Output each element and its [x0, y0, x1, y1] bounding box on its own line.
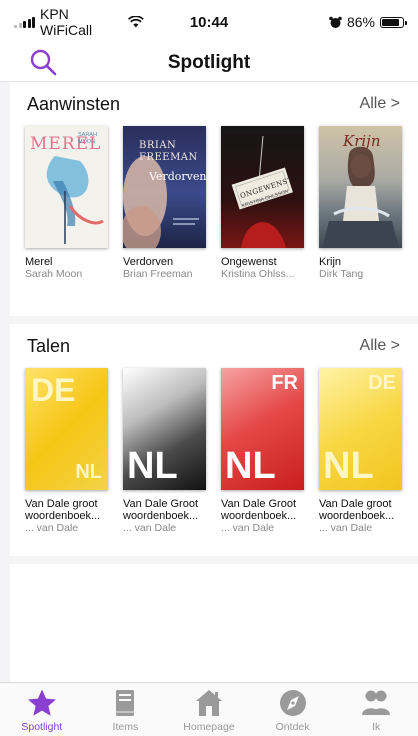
- section-title: Talen: [27, 335, 71, 356]
- battery-icon: [380, 16, 407, 28]
- book-item[interactable]: DE NL Van Dale groot woordenboek... ... …: [25, 368, 108, 535]
- book-author: Kristina Ohlss...: [221, 268, 295, 280]
- book-cover: NL: [123, 368, 206, 490]
- book-title: Van Dale Groot woordenboek...: [123, 498, 199, 522]
- book-title: Merel: [25, 256, 53, 268]
- book-title: Verdorven: [123, 256, 174, 268]
- book-author: ... van Dale: [25, 522, 79, 534]
- tab-label: Items: [112, 721, 139, 733]
- people-icon: [362, 690, 391, 715]
- book-cover: FR NL: [221, 368, 304, 490]
- status-time: 10:44: [189, 13, 229, 31]
- section-aanwinsten: Aanwinsten Alle > MEREL SARAH MOON Merel…: [10, 82, 418, 316]
- cover-bottom-code: NL: [323, 445, 374, 487]
- tab-label: Ik: [372, 721, 381, 733]
- book-shelf: DE NL Van Dale groot woordenboek... ... …: [10, 368, 418, 535]
- alarm-icon: [329, 16, 342, 28]
- book-item[interactable]: BRIAN FREEMAN Verdorven Verdorven Brian …: [123, 126, 206, 281]
- tab-items[interactable]: Items: [84, 683, 168, 736]
- section-talen: Talen Alle > DE NL Van Dale groot woorde…: [10, 324, 418, 556]
- book-item[interactable]: DE NL Van Dale groot woordenboek... ... …: [319, 368, 402, 535]
- book-author: Brian Freeman: [123, 268, 193, 280]
- cover-top-code: DE: [368, 372, 396, 394]
- star-icon: [27, 689, 56, 716]
- book-cover: BRIAN FREEMAN Verdorven: [123, 126, 206, 248]
- cover-bottom-code: NL: [225, 445, 276, 487]
- cover-title: Verdorven: [149, 170, 206, 183]
- book-author: ... van Dale: [221, 522, 275, 534]
- tab-bar: Spotlight Items Homepage Ontdek Ik: [0, 682, 418, 736]
- home-icon: [195, 690, 222, 716]
- status-bar: KPN WiFiCall 10:44 86%: [0, 0, 418, 44]
- section-header: Talen Alle >: [10, 324, 418, 368]
- book-item[interactable]: NL Van Dale Groot woordenboek... ... van…: [123, 368, 206, 535]
- tab-homepage[interactable]: Homepage: [167, 683, 251, 736]
- compass-icon: [279, 690, 306, 716]
- battery-fill: [382, 18, 400, 26]
- wifi-icon: [128, 16, 144, 28]
- nav-bar: Spotlight: [0, 44, 418, 82]
- book-cover: DE NL: [319, 368, 402, 490]
- carrier-label: KPN WiFiCall: [40, 6, 93, 38]
- book-author: Sarah Moon: [25, 268, 83, 280]
- book-author: ... van Dale: [123, 522, 177, 534]
- book-title: Krijn: [319, 256, 342, 268]
- cover-author: SARAH MOON: [78, 132, 97, 145]
- book-title: Ongewenst: [221, 256, 277, 268]
- book-author: Dirk Tang: [319, 268, 364, 280]
- book-item[interactable]: ONGEWENST KRISTINA OHLSSON Ongewenst Kri…: [221, 126, 304, 281]
- status-left: KPN WiFiCall: [14, 6, 144, 38]
- battery-percent: 86%: [346, 14, 375, 30]
- book-item[interactable]: Krijn Krijn Dirk Tang: [319, 126, 402, 281]
- book-item[interactable]: MEREL SARAH MOON Merel Sarah Moon: [25, 126, 108, 281]
- search-icon[interactable]: [28, 47, 58, 77]
- page-title: Spotlight: [167, 51, 251, 73]
- tab-label: Spotlight: [21, 721, 63, 733]
- book-title: Van Dale Groot woordenboek...: [221, 498, 297, 522]
- book-cover: ONGEWENST KRISTINA OHLSSON: [221, 126, 304, 248]
- section-header: Aanwinsten Alle >: [10, 82, 418, 126]
- book-title: Van Dale groot woordenboek...: [25, 498, 101, 522]
- tab-label: Homepage: [183, 721, 235, 733]
- cover-top-code: FR: [271, 372, 298, 394]
- status-right: 86%: [274, 14, 407, 30]
- tab-ik[interactable]: Ik: [334, 683, 418, 736]
- see-all-link[interactable]: Alle >: [360, 337, 400, 355]
- book-cover: DE NL: [25, 368, 108, 490]
- book-cover: Krijn: [319, 126, 402, 248]
- book-title: Van Dale groot woordenboek...: [319, 498, 395, 522]
- cover-bottom-code: NL: [127, 445, 178, 487]
- tab-label: Ontdek: [275, 721, 310, 733]
- book-author: ... van Dale: [319, 522, 373, 534]
- cover-author: BRIAN FREEMAN: [139, 140, 198, 163]
- signal-icon: [14, 16, 35, 28]
- book-shelf: MEREL SARAH MOON Merel Sarah Moon BRIAN …: [10, 126, 418, 281]
- tab-spotlight[interactable]: Spotlight: [0, 683, 84, 736]
- section-title: Aanwinsten: [27, 93, 121, 114]
- book-cover: MEREL SARAH MOON: [25, 126, 108, 248]
- content-area[interactable]: Aanwinsten Alle > MEREL SARAH MOON Merel…: [0, 82, 418, 682]
- book-item[interactable]: FR NL Van Dale Groot woordenboek... ... …: [221, 368, 304, 535]
- cover-top-code: DE: [31, 372, 76, 408]
- cover-bottom-code: NL: [75, 461, 102, 483]
- cover-title: Krijn: [343, 132, 381, 150]
- tab-ontdek[interactable]: Ontdek: [251, 683, 335, 736]
- empty-section: [10, 564, 418, 682]
- book-icon: [116, 690, 135, 716]
- see-all-link[interactable]: Alle >: [360, 95, 400, 113]
